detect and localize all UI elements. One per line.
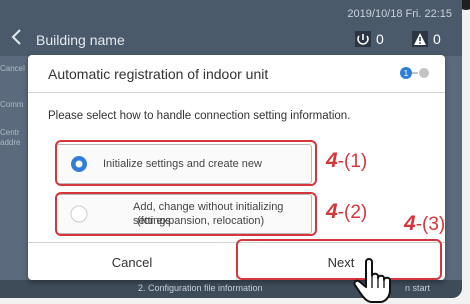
hand-cursor-icon [353, 258, 391, 303]
annotation-4-1: 4-(1) [326, 149, 368, 172]
warning-count: 0 [433, 31, 441, 47]
step-indicator-icon: 1 [400, 67, 429, 79]
cancel-button[interactable]: Cancel [28, 243, 236, 280]
device-frame: 2019/10/18 Fri. 22:15 Building name 0 0 … [0, 0, 470, 304]
sidebar-item: Comm [0, 100, 24, 109]
dialog-instruction: Please select how to handle connection s… [48, 110, 351, 122]
power-icon [354, 31, 372, 47]
sidebar-item: Centr [0, 128, 20, 137]
dialog-divider [28, 92, 445, 93]
top-bar: 2019/10/18 Fri. 22:15 Building name 0 0 [0, 0, 462, 56]
footer-step-text: 2. Configuration file information [138, 283, 263, 293]
chevron-left-icon[interactable] [10, 28, 24, 46]
footer-button-text: n start [405, 283, 431, 293]
power-count: 0 [376, 31, 384, 47]
sidebar-item: addre [0, 138, 21, 147]
annotation-4-3: 4-(3) [404, 212, 446, 235]
datetime-display: 2019/10/18 Fri. 22:15 [347, 8, 452, 20]
highlight-option-2 [55, 192, 317, 236]
building-name[interactable]: Building name [36, 32, 125, 48]
sidebar-item: Cancel [0, 64, 25, 73]
dialog-title: Automatic registration of indoor unit [48, 66, 269, 82]
annotation-4-2: 4-(2) [326, 200, 368, 223]
highlight-option-1 [55, 140, 317, 186]
warning-icon [411, 31, 429, 47]
highlight-next-button [236, 239, 442, 280]
step-current: 1 [404, 69, 409, 78]
